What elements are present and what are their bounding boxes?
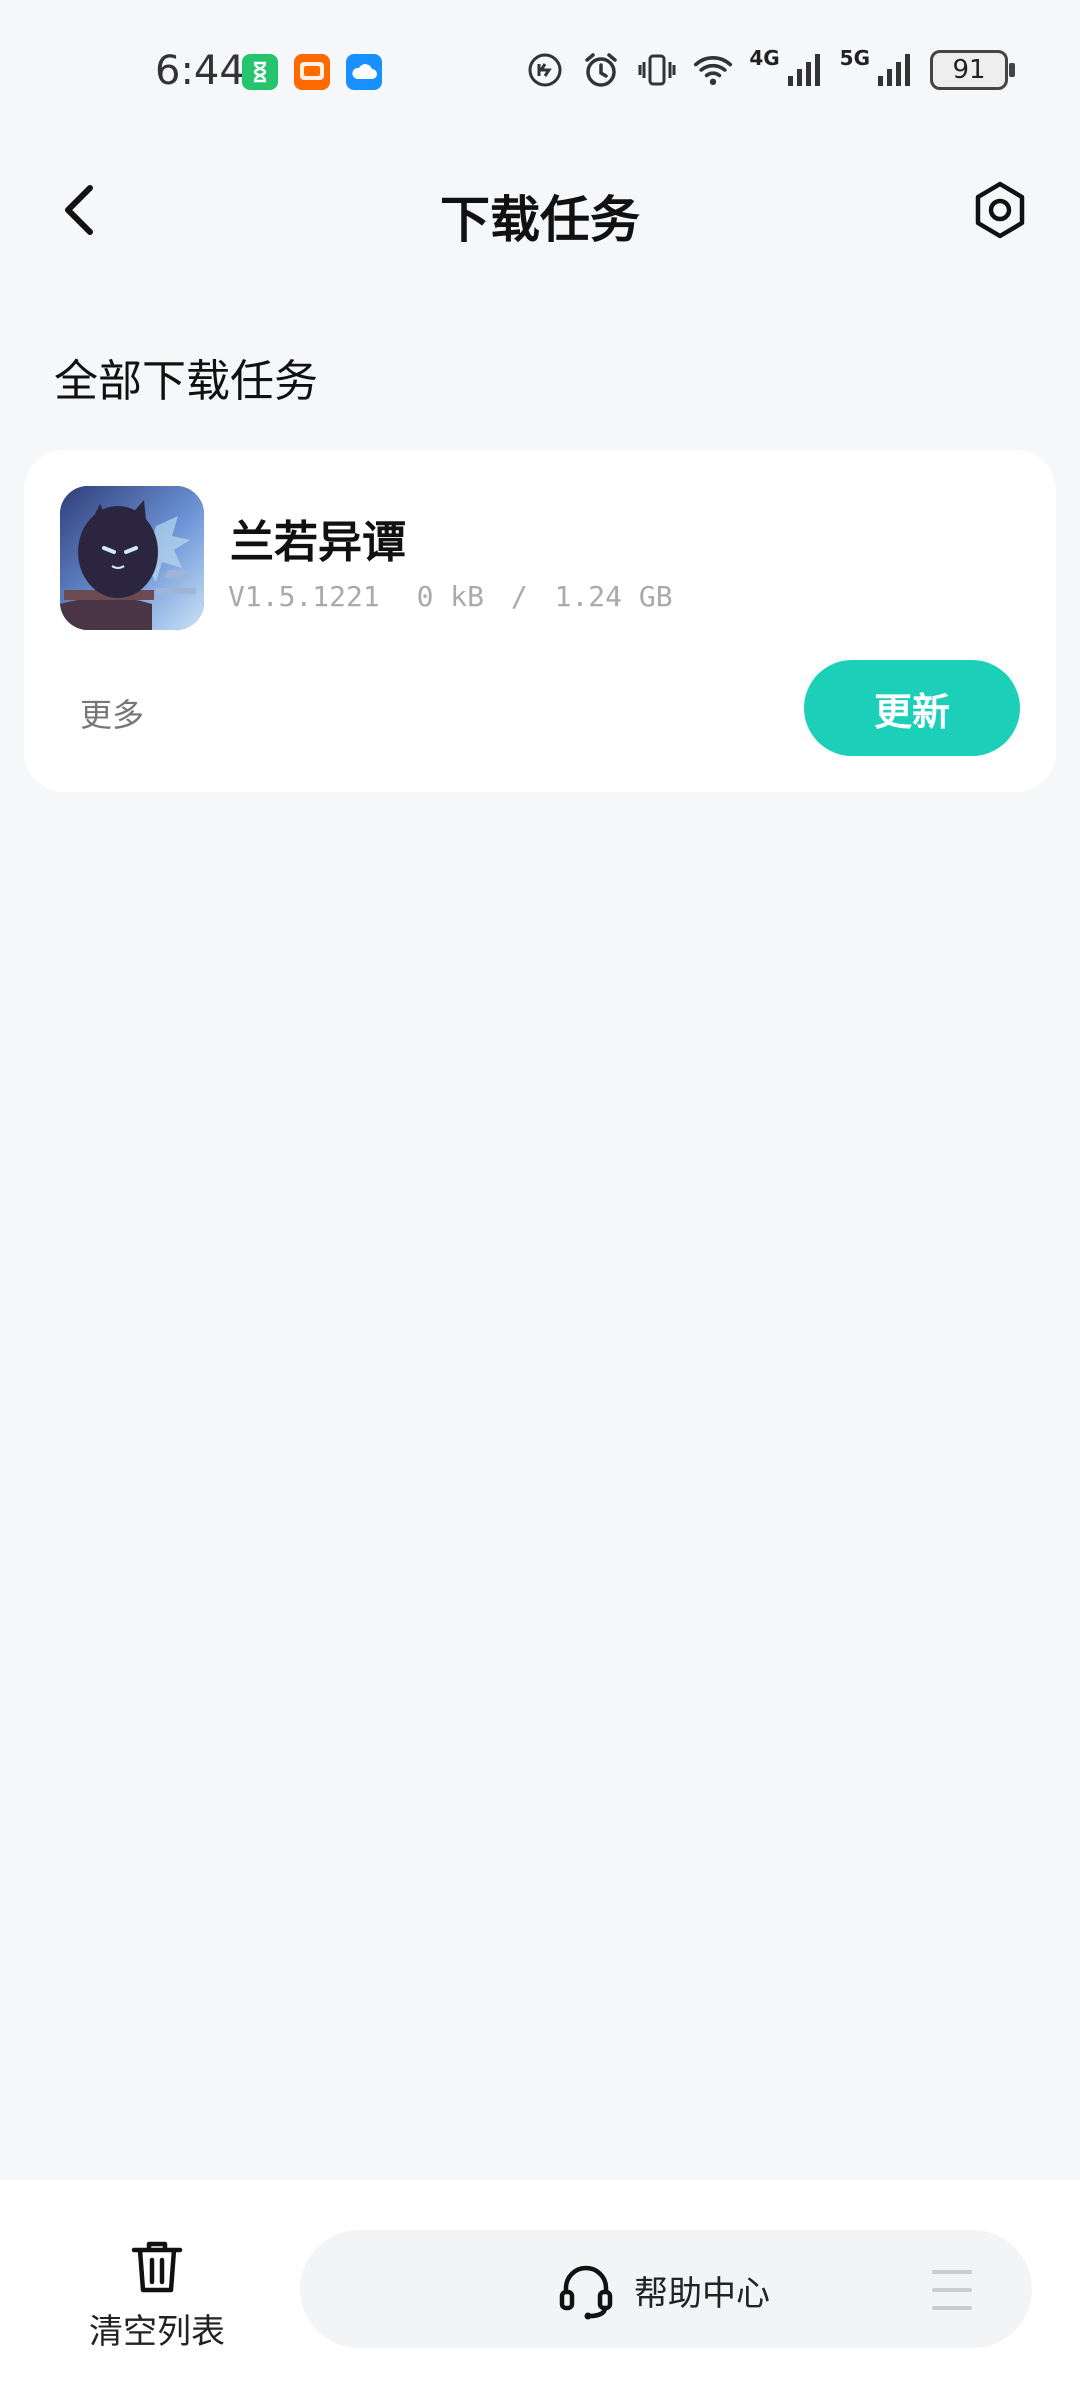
update-button[interactable]: 更新 bbox=[804, 660, 1020, 756]
app-header: 下载任务 bbox=[0, 150, 1080, 270]
more-button[interactable]: 更多 bbox=[80, 690, 144, 736]
status-time: 6:44 bbox=[155, 48, 245, 94]
cloud-app-icon bbox=[346, 54, 382, 90]
settings-button[interactable] bbox=[966, 176, 1034, 244]
help-bar: 帮助中心 bbox=[300, 2230, 1032, 2348]
bottom-bar: 清空列表 帮助中心 bbox=[0, 2180, 1080, 2400]
data-saver-icon bbox=[525, 50, 565, 90]
section-title: 全部下载任务 bbox=[54, 356, 318, 407]
network-5g-label: 5G bbox=[839, 46, 870, 70]
taobao-app-icon bbox=[294, 54, 330, 90]
game-app-icon[interactable] bbox=[60, 486, 204, 630]
app-version: V1.5.1221 bbox=[228, 580, 380, 613]
total-size: 1.24 GB bbox=[554, 580, 673, 613]
screen-time-app-icon bbox=[242, 54, 278, 90]
downloaded-size: 0 kB bbox=[416, 580, 485, 613]
vibrate-icon bbox=[637, 50, 677, 90]
network-4g-label: 4G bbox=[749, 46, 780, 70]
clear-list-label: 清空列表 bbox=[89, 2312, 225, 2352]
gear-icon bbox=[975, 181, 1025, 239]
menu-icon[interactable] bbox=[932, 2270, 972, 2310]
headset-icon bbox=[559, 2265, 613, 2320]
download-task-card: 兰若异谭 V1.5.1221 0 kB / 1.24 GB 更多 更新 bbox=[24, 450, 1056, 792]
clear-list-button[interactable]: 清空列表 bbox=[62, 2236, 252, 2353]
page-title: 下载任务 bbox=[440, 191, 640, 249]
help-center-label: 帮助中心 bbox=[634, 2273, 770, 2314]
status-icons: 4G 5G 91 bbox=[525, 46, 1015, 90]
signal-icon-4g bbox=[784, 50, 824, 90]
status-bar: 6:44 4G 5G 91 bbox=[0, 0, 1080, 140]
signal-icon-5g bbox=[874, 50, 914, 90]
wifi-icon bbox=[693, 50, 733, 90]
size-separator: / bbox=[510, 580, 528, 613]
battery-indicator: 91 bbox=[930, 50, 1015, 90]
app-name: 兰若异谭 bbox=[230, 517, 406, 568]
trash-icon bbox=[131, 2241, 183, 2293]
help-center-button[interactable]: 帮助中心 bbox=[558, 2260, 770, 2320]
alarm-icon bbox=[581, 50, 621, 90]
app-meta: V1.5.1221 0 kB / 1.24 GB bbox=[228, 580, 673, 613]
